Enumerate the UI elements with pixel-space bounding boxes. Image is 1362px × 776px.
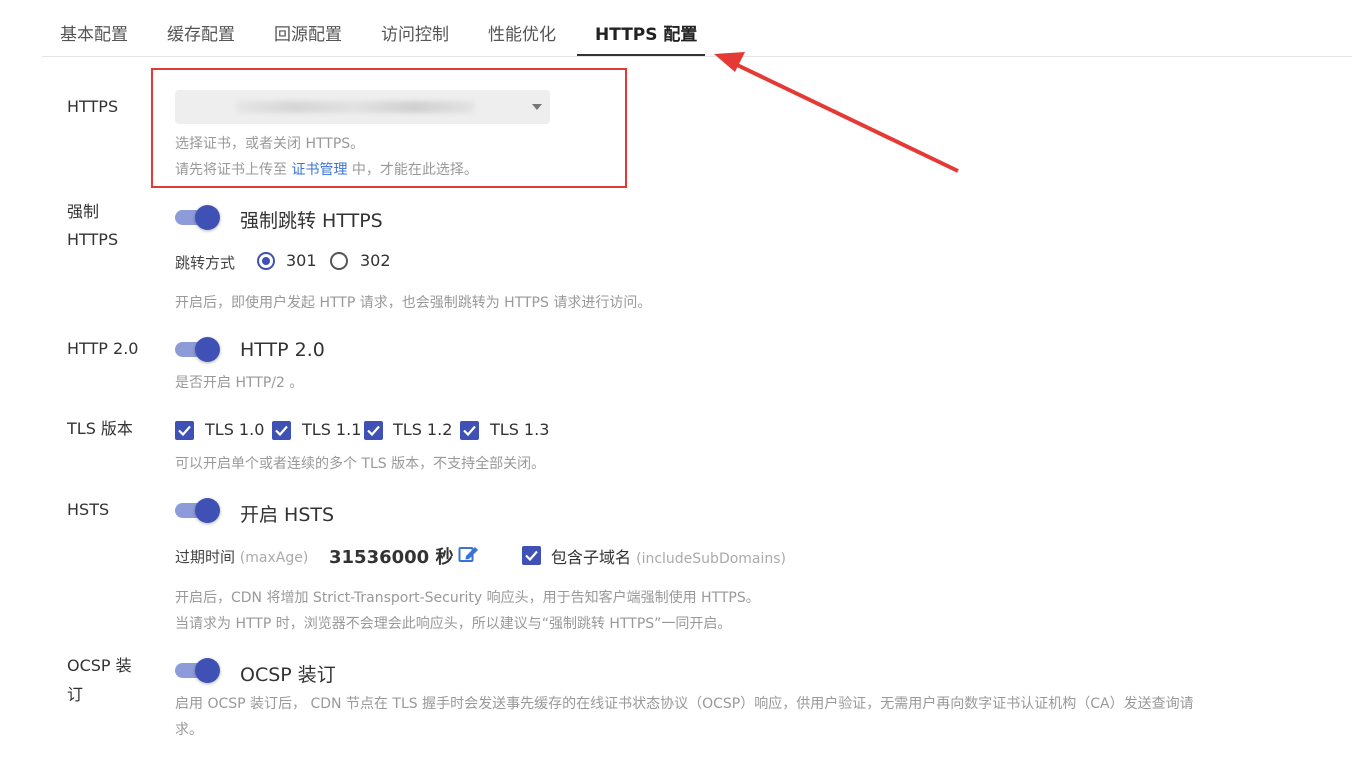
ocsp-switch[interactable] bbox=[175, 657, 221, 683]
http2-switch[interactable] bbox=[175, 336, 221, 362]
switch-knob bbox=[195, 498, 220, 523]
blurred-certificate-name bbox=[235, 101, 475, 113]
tab-bar: 基本配置 缓存配置 回源配置 访问控制 性能优化 HTTPS 配置 bbox=[42, 0, 1352, 57]
tls-1-3-checkbox[interactable] bbox=[460, 421, 479, 440]
hsts-label: HSTS bbox=[67, 500, 110, 519]
hsts-switch[interactable] bbox=[175, 497, 221, 523]
ocsp-switch-label: OCSP 装订 bbox=[240, 664, 336, 686]
radio-302[interactable] bbox=[330, 252, 348, 270]
tls-1-1-checkbox[interactable] bbox=[272, 421, 291, 440]
force-https-switch-label: 强制跳转 HTTPS bbox=[240, 210, 383, 232]
tls-1-2-checkbox[interactable] bbox=[364, 421, 383, 440]
max-age-label: 过期时间 (maxAge) bbox=[175, 548, 309, 566]
force-https-label: 强制 bbox=[67, 202, 100, 221]
force-https-help: 开启后，即使用户发起 HTTP 请求，也会强制跳转为 HTTPS 请求进行访问。 bbox=[175, 295, 652, 311]
https-help-text-2: 请先将证书上传至 证书管理 中，才能在此选择。 bbox=[175, 162, 478, 178]
check-icon bbox=[275, 425, 288, 437]
hsts-help-1: 开启后，CDN 将增加 Strict-Transport-Security 响应… bbox=[175, 590, 760, 606]
tls-1-3-label: TLS 1.3 bbox=[490, 420, 550, 439]
tls-1-0-label: TLS 1.0 bbox=[205, 420, 265, 439]
tls-label: TLS 版本 bbox=[67, 419, 133, 438]
switch-knob bbox=[195, 337, 220, 362]
edit-icon[interactable] bbox=[458, 544, 480, 564]
radio-301-label: 301 bbox=[286, 251, 317, 270]
hsts-switch-label: 开启 HSTS bbox=[240, 504, 335, 526]
check-icon bbox=[463, 425, 476, 437]
https-label: HTTPS bbox=[67, 97, 119, 116]
ocsp-help-2: 求。 bbox=[175, 722, 203, 738]
tls-1-0-checkbox[interactable] bbox=[175, 421, 194, 440]
force-https-switch[interactable] bbox=[175, 204, 221, 230]
switch-knob bbox=[195, 658, 220, 683]
check-icon bbox=[178, 425, 191, 437]
http2-switch-label: HTTP 2.0 bbox=[240, 339, 325, 361]
https-help-text: 选择证书，或者关闭 HTTPS。 bbox=[175, 136, 365, 152]
tab-basic[interactable]: 基本配置 bbox=[60, 20, 128, 45]
http2-label: HTTP 2.0 bbox=[67, 339, 139, 358]
radio-302-label: 302 bbox=[360, 251, 391, 270]
tab-https[interactable]: HTTPS 配置 bbox=[595, 20, 697, 45]
edit-icon-graphic bbox=[458, 547, 478, 562]
chevron-down-icon bbox=[532, 104, 542, 110]
active-tab-indicator bbox=[577, 54, 705, 56]
ocsp-label-2: 订 bbox=[67, 685, 84, 704]
check-icon bbox=[525, 550, 538, 562]
hsts-help-2: 当请求为 HTTP 时，浏览器不会理会此响应头，所以建议与“强制跳转 HTTPS… bbox=[175, 616, 732, 632]
ocsp-label: OCSP 装 bbox=[67, 656, 132, 675]
tls-1-1-label: TLS 1.1 bbox=[302, 420, 362, 439]
tls-1-2-label: TLS 1.2 bbox=[393, 420, 453, 439]
include-subdomains-checkbox[interactable] bbox=[522, 546, 541, 565]
radio-301[interactable] bbox=[257, 252, 275, 270]
max-age-value: 31536000 秒 bbox=[329, 547, 454, 568]
check-icon bbox=[367, 425, 380, 437]
ocsp-help-1: 启用 OCSP 装订后， CDN 节点在 TLS 握手时会发送事先缓存的在线证书… bbox=[175, 696, 1194, 712]
http2-help: 是否开启 HTTP/2 。 bbox=[175, 375, 304, 391]
tab-performance[interactable]: 性能优化 bbox=[488, 20, 556, 45]
tab-origin[interactable]: 回源配置 bbox=[274, 20, 342, 45]
tab-cache[interactable]: 缓存配置 bbox=[167, 20, 235, 45]
force-https-label-2: HTTPS bbox=[67, 230, 119, 249]
certificate-select[interactable] bbox=[175, 90, 550, 124]
tls-help: 可以开启单个或者连续的多个 TLS 版本，不支持全部关闭。 bbox=[175, 456, 546, 472]
switch-knob bbox=[195, 205, 220, 230]
redirect-method-label: 跳转方式 bbox=[175, 254, 236, 272]
certificate-management-link[interactable]: 证书管理 bbox=[291, 162, 347, 178]
tab-access-control[interactable]: 访问控制 bbox=[381, 20, 449, 45]
include-subdomains-label: 包含子域名 (includeSubDomains) bbox=[551, 548, 787, 567]
